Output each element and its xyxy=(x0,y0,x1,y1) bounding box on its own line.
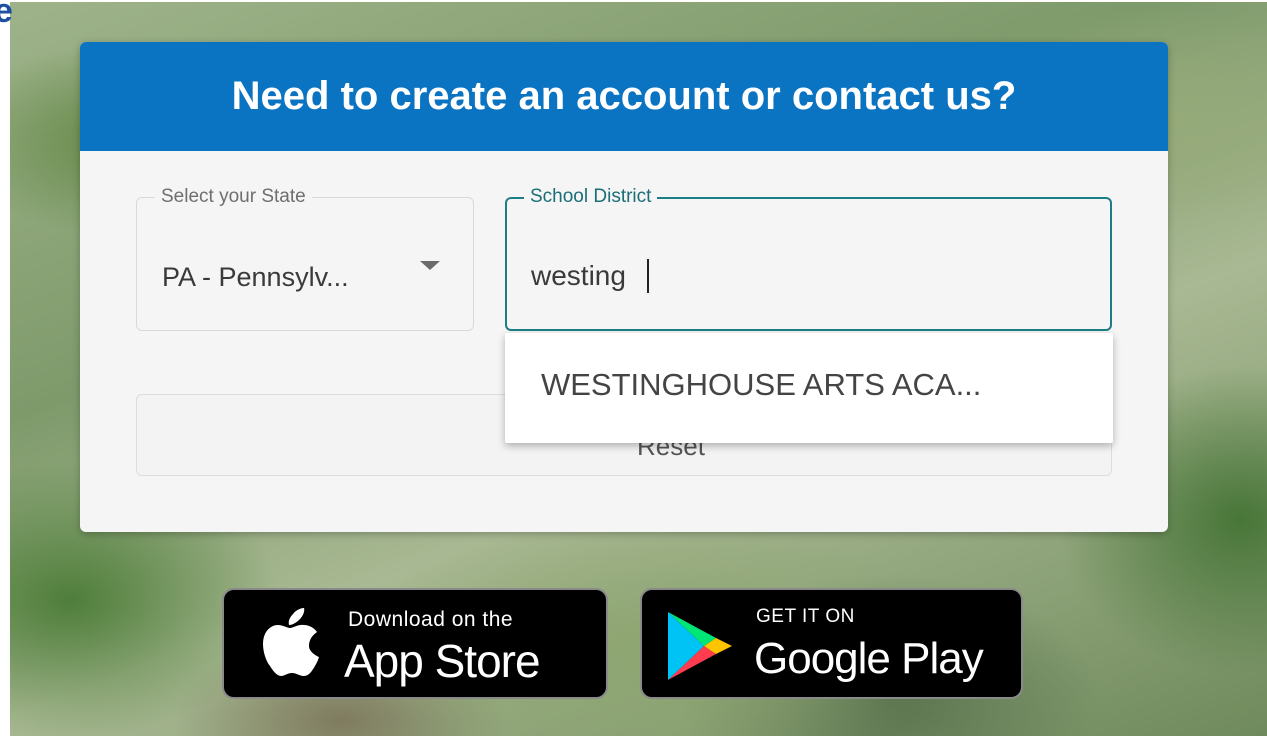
google-play-badge[interactable]: GET IT ON Google Play xyxy=(640,588,1023,699)
school-district-input[interactable] xyxy=(529,259,1073,293)
state-select[interactable]: Select your State PA - Pennsylv... xyxy=(136,186,474,331)
chevron-down-icon[interactable] xyxy=(420,261,440,270)
state-select-label: Select your State xyxy=(155,186,312,208)
app-store-line1: Download on the xyxy=(348,608,514,631)
autocomplete-option[interactable]: WESTINGHOUSE ARTS ACA... xyxy=(541,367,981,403)
app-store-badge[interactable]: Download on the App Store xyxy=(222,588,608,699)
left-frame xyxy=(0,0,10,736)
card-header: Need to create an account or contact us? xyxy=(80,42,1168,151)
school-district-label: School District xyxy=(524,186,658,208)
google-play-line2: Google Play xyxy=(754,634,984,683)
state-select-value: PA - Pennsylv... xyxy=(162,262,349,292)
school-district-field[interactable]: School District xyxy=(505,186,1112,331)
app-store-line2: App Store xyxy=(344,635,541,687)
corner-logo-fragment: e xyxy=(0,0,13,30)
google-play-icon xyxy=(668,612,732,680)
card-title: Need to create an account or contact us? xyxy=(231,74,1017,118)
apple-icon xyxy=(263,608,319,676)
signup-card: Need to create an account or contact us?… xyxy=(80,42,1168,532)
top-frame xyxy=(0,0,1267,2)
autocomplete-dropdown: WESTINGHOUSE ARTS ACA... xyxy=(505,333,1113,443)
google-play-line1: GET IT ON xyxy=(756,606,855,627)
text-caret xyxy=(647,259,649,293)
